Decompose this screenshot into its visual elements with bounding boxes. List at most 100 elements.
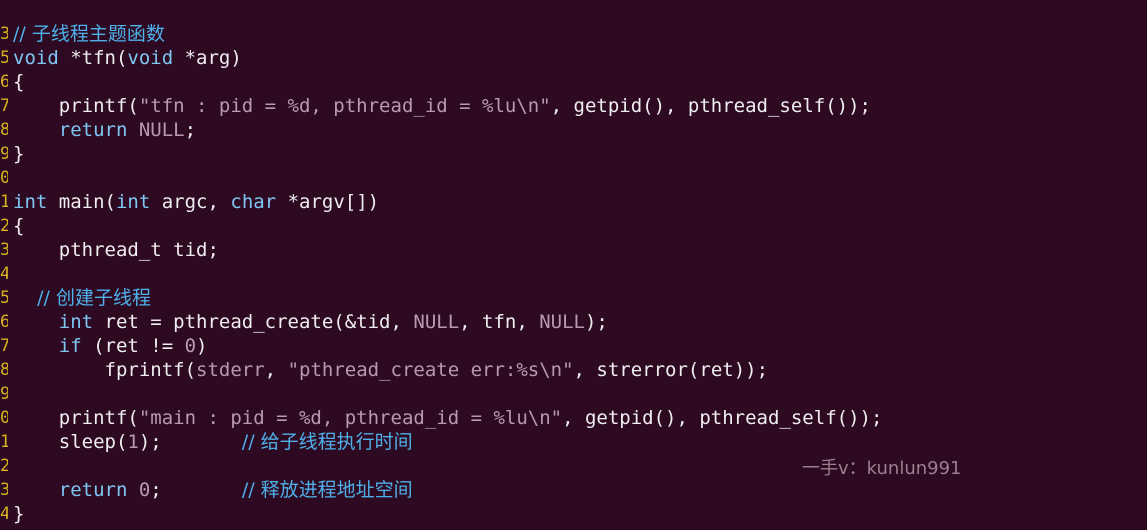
code-line[interactable]: 1 int main(int argc, char *argv[]) bbox=[0, 190, 1147, 214]
code-string: "tfn : pid = %d, pthread_id = %lu\n" bbox=[138, 95, 551, 117]
line-number: 1 bbox=[0, 192, 8, 212]
code-text: // 子线程主题函数 bbox=[13, 22, 165, 46]
code-keyword: if bbox=[13, 335, 82, 357]
code-text: fprintf(stderr, "pthread_create err:%s\n… bbox=[13, 358, 769, 382]
code-line[interactable]: 5 // 创建子线程 bbox=[0, 286, 1147, 310]
line-number: 3 bbox=[0, 480, 8, 500]
code-token: printf( bbox=[13, 95, 139, 117]
code-token: ; bbox=[184, 119, 197, 141]
code-text: printf("tfn : pid = %d, pthread_id = %lu… bbox=[13, 94, 871, 118]
code-comment: // 给子线程执行时间 bbox=[241, 431, 413, 453]
line-number: 1 bbox=[0, 432, 8, 452]
code-comment: // 创建子线程 bbox=[13, 287, 152, 309]
code-text: // 创建子线程 bbox=[13, 286, 151, 310]
line-number: 8 bbox=[0, 120, 8, 140]
line-number: 4 bbox=[0, 264, 8, 284]
code-token: } bbox=[13, 143, 25, 165]
code-token: ret = pthread_create(&tid, bbox=[93, 311, 414, 333]
code-text: int ret = pthread_create(&tid, NULL, tfn… bbox=[13, 310, 608, 334]
line-number: 0 bbox=[0, 408, 8, 428]
code-line[interactable]: 0 bbox=[0, 166, 1147, 190]
code-keyword: return bbox=[13, 479, 128, 501]
code-line[interactable]: 8 return NULL; bbox=[0, 118, 1147, 142]
code-token: } bbox=[13, 503, 25, 525]
code-text: if (ret != 0) bbox=[13, 334, 208, 358]
code-literal: 0 bbox=[138, 479, 151, 501]
code-line[interactable]: 1 sleep(1); // 给子线程执行时间 bbox=[0, 430, 1147, 454]
code-token: main( bbox=[47, 191, 116, 213]
line-number: 0 bbox=[0, 168, 8, 188]
code-literal: stderr bbox=[196, 359, 265, 381]
line-number: 6 bbox=[0, 312, 8, 332]
code-line[interactable]: 5 void *tfn(void *arg) bbox=[0, 46, 1147, 70]
code-token: printf( bbox=[13, 407, 139, 429]
code-token: , strerror(ret)); bbox=[573, 359, 769, 381]
code-token: fprintf( bbox=[13, 359, 197, 381]
code-keyword: int bbox=[115, 191, 151, 213]
code-line[interactable]: 9} bbox=[0, 142, 1147, 166]
code-keyword: void bbox=[127, 47, 174, 69]
code-literal: 0 bbox=[184, 335, 197, 357]
code-line[interactable]: 3 return 0; // 释放进程地址空间 bbox=[0, 478, 1147, 502]
line-number: 5 bbox=[0, 288, 8, 308]
code-line[interactable]: 9 bbox=[0, 382, 1147, 406]
code-keyword: int bbox=[13, 311, 94, 333]
code-keyword: int bbox=[13, 191, 48, 213]
watermark-text: 一手v：kunlun991 bbox=[802, 458, 962, 479]
code-line[interactable]: 2 bbox=[0, 454, 1147, 478]
line-number: 4 bbox=[0, 504, 8, 524]
code-text: sleep(1); // 给子线程执行时间 bbox=[13, 430, 413, 454]
code-token: ); bbox=[138, 431, 242, 453]
line-number: 9 bbox=[0, 144, 8, 164]
code-text: { bbox=[13, 70, 24, 94]
code-text: return NULL; bbox=[13, 118, 196, 142]
line-number: 7 bbox=[0, 336, 8, 356]
code-line[interactable]: 2{ bbox=[0, 214, 1147, 238]
line-number: 3 bbox=[0, 24, 8, 44]
code-line[interactable]: 3 pthread_t tid; bbox=[0, 238, 1147, 262]
code-text: pthread_t tid; bbox=[13, 238, 219, 262]
code-line[interactable]: 3// 子线程主题函数 bbox=[0, 22, 1147, 46]
code-line[interactable]: 6{ bbox=[0, 70, 1147, 94]
code-line[interactable]: 6 int ret = pthread_create(&tid, NULL, t… bbox=[0, 310, 1147, 334]
line-number: 7 bbox=[0, 96, 8, 116]
code-token: argc, bbox=[150, 191, 231, 213]
code-line[interactable]: 0 printf("main : pid = %d, pthread_id = … bbox=[0, 406, 1147, 430]
code-line[interactable]: 4} bbox=[0, 502, 1147, 526]
code-token: ; bbox=[150, 479, 242, 501]
code-text: } bbox=[13, 142, 24, 166]
code-comment: // 子线程主题函数 bbox=[13, 23, 165, 45]
code-comment: // 释放进程地址空间 bbox=[241, 479, 413, 501]
line-number: 9 bbox=[0, 384, 8, 404]
code-text: { bbox=[13, 214, 24, 238]
code-token: , tfn, bbox=[459, 311, 540, 333]
code-text: int main(int argc, char *argv[]) bbox=[13, 190, 379, 214]
line-number: 8 bbox=[0, 360, 8, 380]
code-keyword: return bbox=[13, 119, 128, 141]
code-token: sleep( bbox=[13, 431, 128, 453]
code-token: ); bbox=[584, 311, 608, 333]
code-line[interactable]: 7 printf("tfn : pid = %d, pthread_id = %… bbox=[0, 94, 1147, 118]
code-text: } bbox=[13, 502, 24, 526]
code-token: , getpid(), pthread_self()); bbox=[550, 95, 871, 117]
code-text: void *tfn(void *arg) bbox=[13, 46, 242, 70]
code-token: { bbox=[13, 71, 25, 93]
code-keyword: char bbox=[230, 191, 277, 213]
line-number: 5 bbox=[0, 48, 8, 68]
code-token: *arg) bbox=[173, 47, 242, 69]
code-token: *tfn( bbox=[58, 47, 128, 69]
code-token: *argv[]) bbox=[276, 191, 380, 213]
code-token: , getpid(), pthread_self()); bbox=[562, 407, 883, 429]
code-string: "pthread_create err:%s\n" bbox=[287, 359, 574, 381]
code-token: ) bbox=[196, 335, 208, 357]
code-token: { bbox=[13, 215, 25, 237]
code-line[interactable]: 4 bbox=[0, 262, 1147, 286]
code-token: (ret != bbox=[81, 335, 185, 357]
code-line[interactable]: 7 if (ret != 0) bbox=[0, 334, 1147, 358]
code-line[interactable]: 8 fprintf(stderr, "pthread_create err:%s… bbox=[0, 358, 1147, 382]
code-editor[interactable]: 3// 子线程主题函数 5 void *tfn(void *arg) 6{7 prin… bbox=[0, 0, 1147, 530]
code-token: , bbox=[264, 359, 288, 381]
code-text: printf("main : pid = %d, pthread_id = %l… bbox=[13, 406, 883, 430]
